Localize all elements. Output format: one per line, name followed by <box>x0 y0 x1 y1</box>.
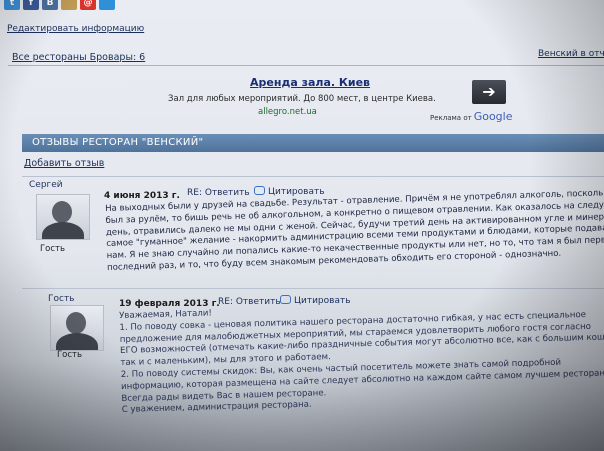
ads-by-label: Реклама от <box>430 114 472 122</box>
mail-icon[interactable]: @ <box>80 0 96 10</box>
restaurant-nav-bar: Все рестораны Бровары: 6 Венский в отчёт <box>8 49 604 66</box>
quote-label: Цитировать <box>268 187 325 197</box>
ad-block: Аренда зала. Киев Зал для любых мероприя… <box>160 76 512 128</box>
google-logo[interactable]: Google <box>474 110 513 123</box>
reply-link[interactable]: RE: Ответить <box>187 188 250 198</box>
ad-arrow-button[interactable]: ➔ <box>472 80 506 104</box>
review-date: 19 февраля 2013 г. <box>119 299 220 309</box>
ad-title-link[interactable]: Аренда зала. Киев <box>250 76 370 89</box>
ad-url-link[interactable]: allegro.net.ua <box>258 107 317 117</box>
social-share-bar: t f B @ <box>4 0 115 10</box>
facebook-icon[interactable]: f <box>23 0 39 10</box>
add-review-link[interactable]: Добавить отзыв <box>24 158 104 169</box>
vkontakte-icon[interactable]: B <box>42 0 58 10</box>
twitter-icon[interactable]: t <box>4 0 20 10</box>
all-restaurants-link[interactable]: Все рестораны Бровары: 6 <box>12 52 145 63</box>
ads-by-google: Реклама от Google <box>430 110 512 123</box>
avatar-body <box>42 222 84 239</box>
divider <box>22 176 604 177</box>
edit-info-link[interactable]: Редактировать информацию <box>7 24 144 34</box>
avatar-head <box>66 312 86 334</box>
speech-bubble-icon <box>254 186 265 195</box>
quote-link[interactable]: Цитировать <box>254 186 325 197</box>
review-date: 4 июня 2013 г. <box>104 191 180 201</box>
review-author[interactable]: Гость <box>48 294 75 304</box>
reviews-section-header: ОТЗЫВЫ РЕСТОРАН "ВЕНСКИЙ" <box>22 134 604 152</box>
author-role: Гость <box>57 350 83 360</box>
author-role: Гость <box>40 244 66 254</box>
review-author[interactable]: Сергей <box>29 180 63 190</box>
user-avatar <box>50 305 104 351</box>
user-avatar <box>36 194 90 240</box>
avatar-head <box>52 201 72 223</box>
browser-screen: t f B @ Редактировать информацию Все рес… <box>0 0 604 451</box>
review-text: Уважаемая, Натали! 1. По поводу совка - … <box>119 296 604 417</box>
speech-bubble-icon <box>280 295 291 304</box>
divider <box>22 288 604 289</box>
ad-description: Зал для любых мероприятий. До 800 мест, … <box>168 94 436 104</box>
bookmark-icon[interactable] <box>61 0 77 10</box>
vensky-report-link[interactable]: Венский в отчёт <box>538 49 604 59</box>
share-icon[interactable] <box>99 0 115 10</box>
reply-link[interactable]: RE: Ответить <box>218 297 281 307</box>
avatar-body <box>56 333 98 350</box>
